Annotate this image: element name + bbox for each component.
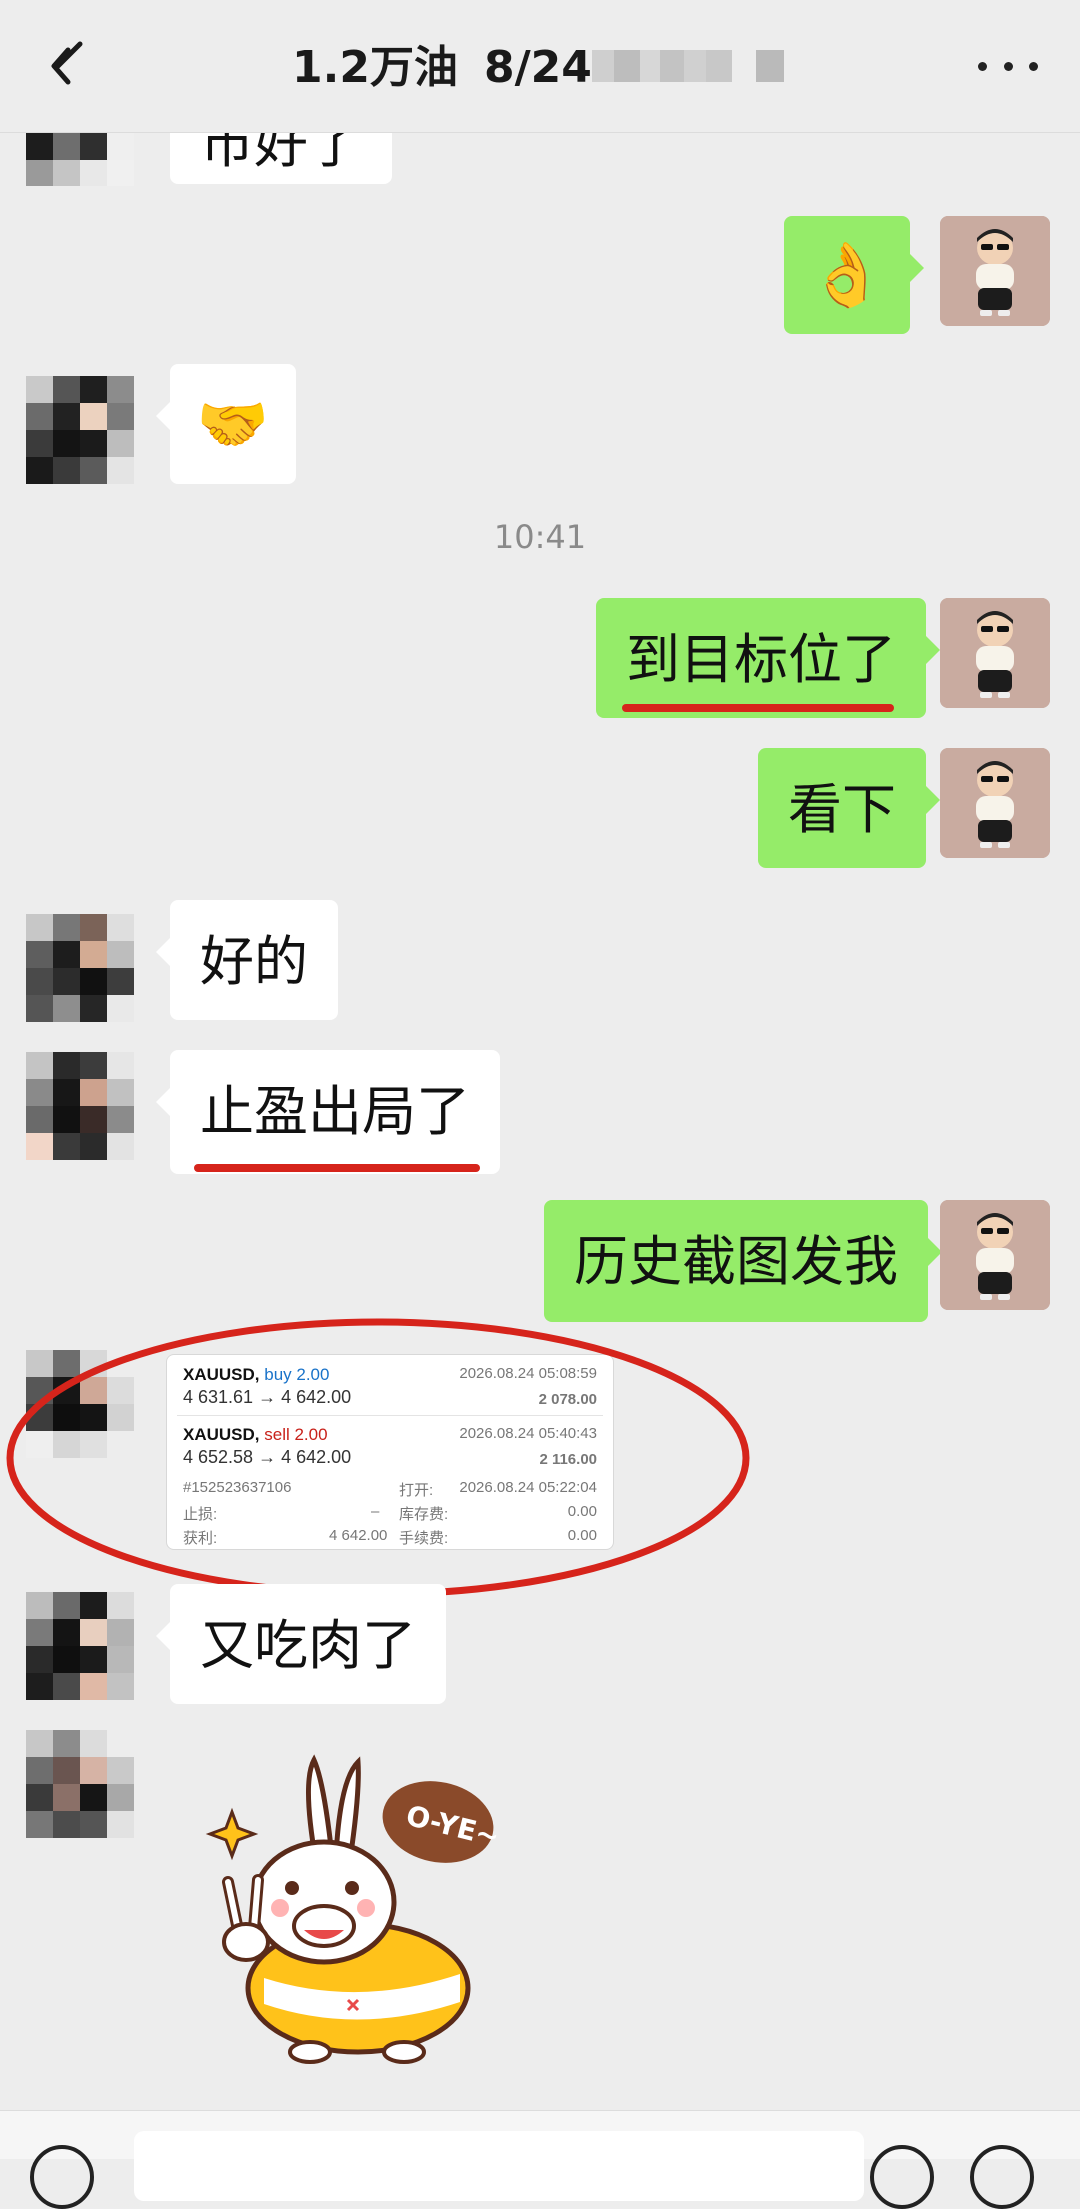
message-text: 看下 bbox=[788, 778, 896, 841]
contact-avatar[interactable] bbox=[26, 914, 134, 1022]
message-text: 又吃肉了 bbox=[200, 1614, 416, 1677]
emoji-icon[interactable] bbox=[870, 2145, 934, 2209]
more-dots-icon[interactable] bbox=[978, 46, 1038, 86]
message-text: 止盈出局了 bbox=[200, 1080, 470, 1143]
sticker-rabbit-oye[interactable]: O-YE~ bbox=[198, 1752, 508, 2072]
title-redacted-blocks bbox=[592, 50, 784, 82]
message-bubble-received[interactable]: 止盈出局了 bbox=[156, 1050, 500, 1174]
contact-avatar[interactable] bbox=[26, 1052, 134, 1160]
message-input[interactable] bbox=[134, 2131, 864, 2201]
message-text: 好的 bbox=[200, 930, 308, 993]
message-timestamp: 10:41 bbox=[493, 518, 587, 556]
message-bubble-received[interactable]: 好的 bbox=[156, 900, 338, 1020]
handshake-emoji: 🤝 bbox=[196, 390, 270, 458]
contact-avatar[interactable] bbox=[26, 1592, 134, 1700]
chat-title-name: 1.2万油 bbox=[292, 42, 458, 93]
message-bubble-received[interactable]: 又吃肉了 bbox=[156, 1584, 446, 1704]
message-text: 到目标位了 bbox=[626, 628, 896, 691]
red-underline-annotation bbox=[194, 1164, 480, 1172]
my-avatar[interactable] bbox=[940, 748, 1050, 858]
red-circle-annotation bbox=[6, 1318, 750, 1598]
message-bubble-sent[interactable]: 看下 bbox=[758, 748, 940, 868]
contact-avatar[interactable] bbox=[26, 1730, 134, 1838]
chat-header: 1.2万油 8/24 bbox=[0, 0, 1080, 133]
my-avatar[interactable] bbox=[940, 216, 1050, 326]
ok-hand-emoji: 👌 bbox=[808, 238, 886, 311]
message-bubble-sent[interactable]: 到目标位了 bbox=[596, 598, 940, 718]
my-avatar[interactable] bbox=[940, 598, 1050, 708]
chat-title-date: 8/24 bbox=[483, 42, 592, 93]
voice-icon[interactable] bbox=[30, 2145, 94, 2209]
red-underline-annotation bbox=[622, 704, 894, 712]
message-bubble-received[interactable]: 🤝 bbox=[156, 364, 296, 484]
chat-input-bar bbox=[0, 2110, 1080, 2209]
chat-title: 1.2万油 8/24 bbox=[292, 40, 592, 96]
plus-icon[interactable] bbox=[970, 2145, 1034, 2209]
message-bubble-sent[interactable]: 👌 bbox=[784, 216, 924, 334]
my-avatar[interactable] bbox=[940, 1200, 1050, 1310]
contact-avatar[interactable] bbox=[26, 376, 134, 484]
message-bubble-sent[interactable]: 历史截图发我 bbox=[544, 1200, 942, 1322]
message-text: 历史截图发我 bbox=[574, 1230, 898, 1293]
back-arrow-icon[interactable] bbox=[38, 36, 98, 96]
